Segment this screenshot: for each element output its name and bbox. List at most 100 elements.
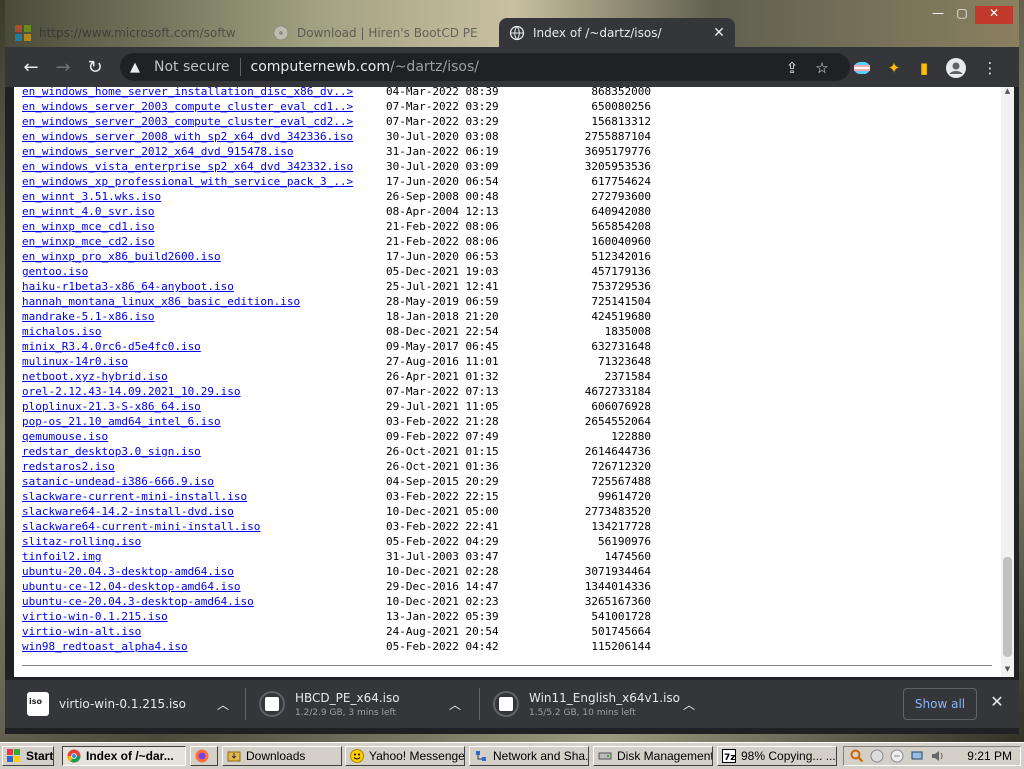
file-link[interactable]: minix_R3.4.0rc6-d5e4fc0.iso [22, 339, 201, 354]
close-button[interactable]: ✕ [975, 6, 1013, 24]
file-link[interactable]: redstar_desktop3.0_sign.iso [22, 444, 201, 459]
scrollbar-thumb[interactable] [1003, 557, 1012, 657]
file-size: 1344014336 [584, 580, 651, 593]
file-date: 10-Dec-2021 05:00 [386, 505, 499, 518]
file-link[interactable]: tinfoil2.img [22, 549, 101, 564]
file-link[interactable]: ubuntu-ce-20.04.3-desktop-amd64.iso [22, 594, 254, 609]
file-link[interactable]: mandrake-5.1-x86.iso [22, 309, 154, 324]
warning-triangle-icon[interactable]: ▲ [130, 60, 148, 75]
extension-flag-icon[interactable] [851, 57, 873, 79]
bookmark-star-icon[interactable]: ☆ [811, 57, 833, 79]
tab-title: Download | Hiren's BootCD PE [297, 25, 478, 40]
chevron-up-icon[interactable]: ︿ [683, 696, 695, 713]
start-button[interactable]: Start [2, 746, 54, 766]
file-link[interactable]: en_windows_server_2003_compute_cluster_e… [22, 114, 353, 129]
file-size: 726712320 [591, 460, 651, 473]
file-link[interactable]: haiku-r1beta3-x86_64-anyboot.iso [22, 279, 234, 294]
file-link[interactable]: slackware64-14.2-install-dvd.iso [22, 504, 234, 519]
file-link[interactable]: en_windows_server_2003_compute_cluster_e… [22, 99, 353, 114]
forward-arrow-icon[interactable]: → [51, 56, 75, 80]
file-link[interactable]: pop-os_21.10_amd64_intel_6.iso [22, 414, 221, 429]
file-link[interactable]: en_winxp_mce_cd2.iso [22, 234, 154, 249]
file-link[interactable]: orel-2.12.43-14.09.2021_10.29.iso [22, 384, 241, 399]
file-link[interactable]: slackware-current-mini-install.iso [22, 489, 247, 504]
avatar [946, 58, 966, 78]
close-icon[interactable]: ✕ [987, 692, 1007, 714]
file-link[interactable]: en_windows_server_2008_with_sp2_x64_dvd_… [22, 129, 353, 144]
tab-close-icon[interactable]: ✕ [709, 25, 729, 41]
taskbar-button-7zip-copying[interactable]: 7z 98% Copying... ... [717, 746, 837, 766]
share-icon[interactable]: ⇪ [781, 57, 803, 79]
file-link[interactable]: michalos.iso [22, 324, 101, 339]
file-link[interactable]: satanic-undead-i386-666.9.iso [22, 474, 214, 489]
network-tray-icon[interactable] [910, 749, 924, 763]
file-link[interactable]: gentoo.iso [22, 264, 88, 279]
file-link[interactable]: en_winxp_pro_x86_build2600.iso [22, 249, 221, 264]
scroll-up-arrow-icon[interactable]: ▲ [1001, 87, 1014, 99]
maximize-button[interactable]: ▢ [949, 6, 975, 24]
download-item[interactable]: virtio-win-0.1.215.iso ︿ [27, 686, 229, 722]
security-label[interactable]: Not secure [154, 59, 230, 75]
minimize-button[interactable]: — [925, 6, 951, 24]
file-link[interactable]: redstaros2.iso [22, 459, 115, 474]
file-link[interactable]: en_windows_server_2012_x64_dvd_915478.is… [22, 144, 294, 159]
taskbar-button-downloads[interactable]: Downloads [222, 746, 342, 766]
chevron-up-icon[interactable]: ︿ [217, 696, 229, 713]
file-link[interactable]: slitaz-rolling.iso [22, 534, 141, 549]
taskbar-button-chrome[interactable]: Index of /~dar... [62, 746, 186, 766]
file-link[interactable]: hannah_montana_linux_x86_basic_edition.i… [22, 294, 300, 309]
file-link[interactable]: netboot.xyz-hybrid.iso [22, 369, 168, 384]
file-size: 71323648 [598, 355, 651, 368]
file-date: 21-Feb-2022 08:06 [386, 220, 499, 233]
browser-window: https://www.microsoft.com/softw Download… [5, 0, 1019, 734]
tab-hirens[interactable]: Download | Hiren's BootCD PE [263, 18, 493, 47]
chat-tray-icon[interactable] [890, 749, 904, 763]
side-panel-icon[interactable]: ▮ [913, 57, 935, 79]
show-all-button[interactable]: Show all [903, 688, 977, 720]
firefox-icon [195, 749, 209, 763]
download-item[interactable]: HBCD_PE_x64.iso 1.2/2.9 GB, 3 mins left … [259, 686, 461, 722]
file-date: 26-Apr-2021 01:32 [386, 370, 499, 383]
url-text[interactable]: computernewb.com/~dartz/isos/ [251, 59, 479, 75]
vertical-scrollbar[interactable]: ▲ ▼ [1001, 87, 1014, 677]
search-icon[interactable] [850, 749, 864, 763]
file-link[interactable]: qemumouse.iso [22, 429, 108, 444]
file-link[interactable]: ubuntu-ce-12.04-desktop-amd64.iso [22, 579, 241, 594]
file-link[interactable]: virtio-win-0.1.215.iso [22, 609, 168, 624]
scroll-down-arrow-icon[interactable]: ▼ [1001, 665, 1014, 677]
extensions-puzzle-icon[interactable]: ✦ [883, 57, 905, 79]
chevron-up-icon[interactable]: ︿ [449, 696, 461, 713]
tab-index[interactable]: Index of /~dartz/isos/ ✕ [499, 18, 735, 47]
menu-kebab-icon[interactable]: ⋮ [979, 57, 1001, 79]
taskbar-button-yahoo-messenger[interactable]: Yahoo! Messenger [345, 746, 465, 766]
file-size: 650080256 [591, 100, 651, 113]
file-link[interactable]: ubuntu-20.04.3-desktop-amd64.iso [22, 564, 234, 579]
address-bar[interactable]: ▲ Not secure computernewb.com/~dartz/iso… [120, 53, 850, 81]
back-arrow-icon[interactable]: ← [19, 56, 43, 80]
file-link[interactable]: ploplinux-21.3-S-x86_64.iso [22, 399, 201, 414]
file-link[interactable]: en_winnt_3.51.wks.iso [22, 189, 161, 204]
file-size: 156813312 [591, 115, 651, 128]
file-link[interactable]: virtio-win-alt.iso [22, 624, 141, 639]
tab-microsoft[interactable]: https://www.microsoft.com/softw [5, 18, 255, 47]
file-link[interactable]: en_windows_home_server_installation_disc… [22, 87, 353, 99]
profile-avatar-icon[interactable] [945, 57, 967, 79]
file-link[interactable]: win98_redtoast_alpha4.iso [22, 639, 188, 654]
taskbar-button-network[interactable]: Network and Sha... [469, 746, 589, 766]
messenger-tray-icon[interactable] [870, 749, 884, 763]
file-size: 725567488 [591, 475, 651, 488]
download-status: 1.5/5.2 GB, 10 mins left [529, 707, 636, 718]
clock[interactable]: 9:21 PM [967, 749, 1012, 763]
reload-icon[interactable]: ↻ [83, 56, 107, 80]
file-link[interactable]: slackware64-current-mini-install.iso [22, 519, 260, 534]
taskbar-button-firefox[interactable] [190, 746, 218, 766]
file-link[interactable]: mulinux-14r0.iso [22, 354, 128, 369]
file-link[interactable]: en_winxp_mce_cd1.iso [22, 219, 154, 234]
volume-icon[interactable] [930, 749, 944, 763]
svg-text:7z: 7z [724, 753, 736, 763]
download-item[interactable]: Win11_English_x64v1.iso 1.5/5.2 GB, 10 m… [493, 686, 695, 722]
file-link[interactable]: en_windows_vista_enterprise_sp2_x64_dvd_… [22, 159, 353, 174]
file-link[interactable]: en_windows_xp_professional_with_service_… [22, 174, 353, 189]
taskbar-button-disk-management[interactable]: Disk Management [593, 746, 713, 766]
file-link[interactable]: en_winnt_4.0_svr.iso [22, 204, 154, 219]
